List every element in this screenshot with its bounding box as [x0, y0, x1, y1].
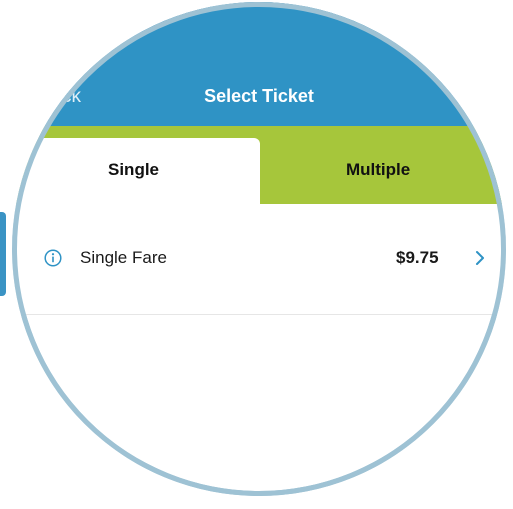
zoom-lens: ck Select Ticket Single Multiple Single …	[12, 2, 506, 496]
background-edge-sliver	[0, 212, 6, 296]
tab-single-label: Single	[108, 160, 160, 179]
page-title: Select Ticket	[204, 86, 314, 106]
tab-single[interactable]: Single	[12, 138, 260, 204]
tab-multiple-label: Multiple	[346, 160, 411, 179]
fare-row-single[interactable]: Single Fare $9.75	[12, 204, 506, 315]
zoom-lens-stage: ck Select Ticket Single Multiple Single …	[0, 0, 513, 509]
chevron-right-icon	[476, 251, 484, 265]
fare-label: Single Fare	[80, 248, 167, 267]
app-header: ck Select Ticket	[12, 2, 506, 126]
info-icon[interactable]	[44, 249, 62, 267]
tab-multiple[interactable]: Multiple	[260, 138, 506, 204]
ticket-type-tabs: Single Multiple	[12, 126, 506, 204]
fare-price: $9.75	[396, 248, 439, 267]
